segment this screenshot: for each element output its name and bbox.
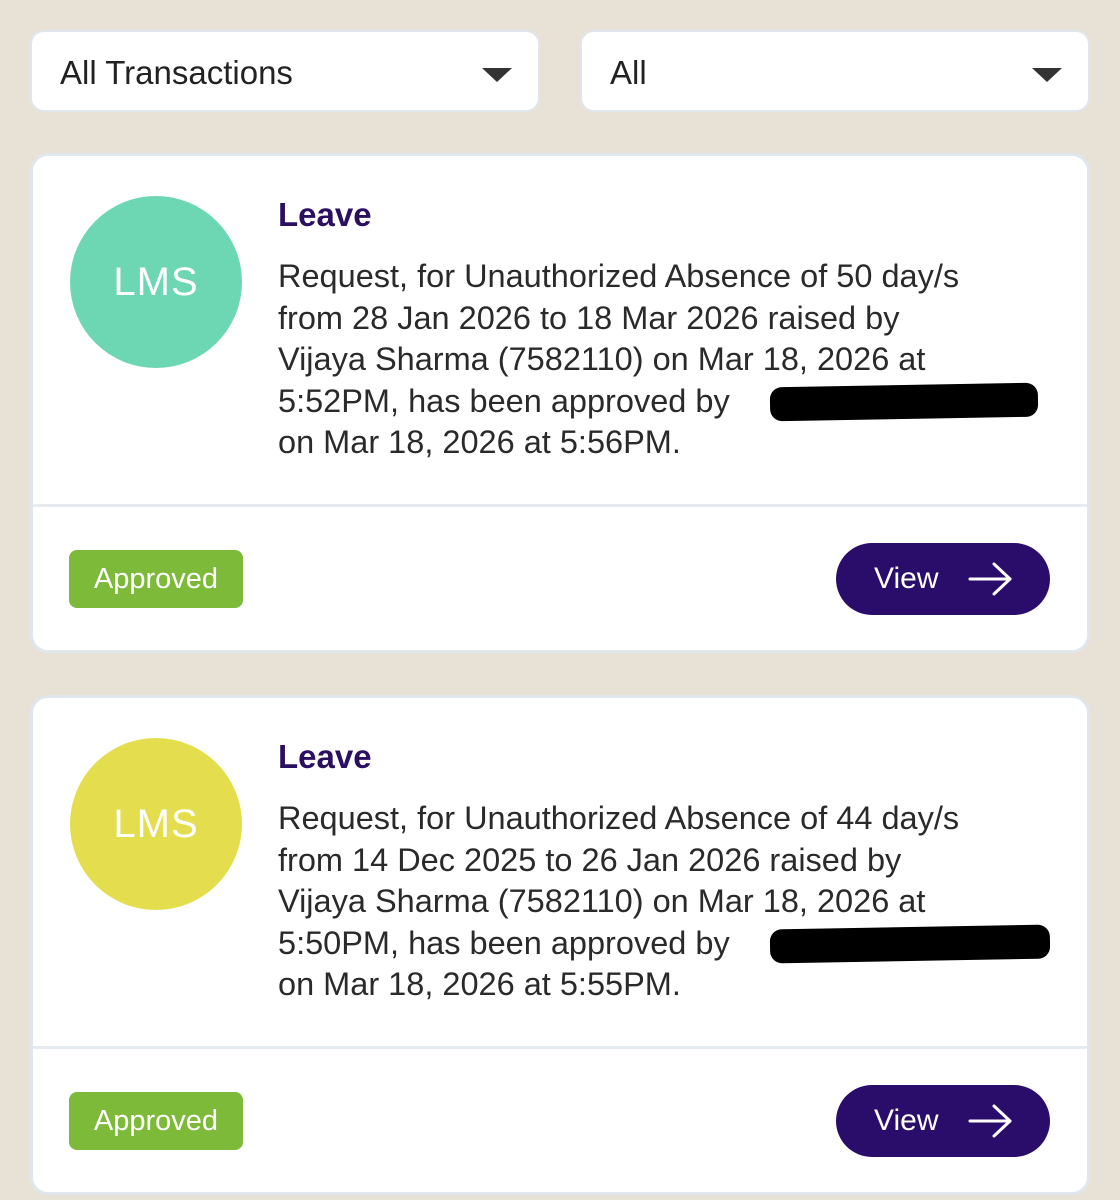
status-badge: Approved: [69, 1092, 243, 1150]
transaction-message: Request, for Unauthorized Absence of 50 …: [278, 256, 1058, 464]
chevron-down-icon: [1032, 68, 1062, 82]
card-divider: [33, 1046, 1087, 1049]
view-button-label: View: [874, 562, 939, 595]
view-button[interactable]: View: [836, 1085, 1050, 1157]
transaction-type-value: All Transactions: [60, 54, 293, 91]
message-line: Request, for Unauthorized Absence of 50 …: [278, 258, 960, 294]
message-line: 5:50PM, has been approved by: [278, 923, 1058, 965]
message-line-text: 5:52PM, has been approved by: [278, 382, 730, 419]
view-button-label: View: [874, 1104, 939, 1137]
status-filter-value: All: [610, 54, 647, 91]
transaction-type-dropdown[interactable]: All Transactions: [30, 30, 540, 112]
status-badge: Approved: [69, 550, 243, 608]
arrow-right-icon: [968, 1104, 1012, 1138]
transaction-card: LMS Leave Request, for Unauthorized Abse…: [30, 695, 1090, 1195]
transaction-card: LMS Leave Request, for Unauthorized Abse…: [30, 153, 1090, 653]
card-divider: [33, 504, 1087, 507]
message-line: Vijaya Sharma (7582110) on Mar 18, 2026 …: [278, 883, 926, 919]
avatar-text: LMS: [113, 259, 199, 304]
avatar: LMS: [70, 196, 242, 368]
view-button[interactable]: View: [836, 543, 1050, 615]
message-line: on Mar 18, 2026 at 5:55PM.: [278, 966, 681, 1002]
redaction-mark: [769, 924, 1051, 963]
avatar-text: LMS: [113, 801, 199, 846]
transaction-category: Leave: [278, 738, 372, 775]
message-line: on Mar 18, 2026 at 5:56PM.: [278, 424, 681, 460]
transaction-category: Leave: [278, 196, 372, 233]
redaction-mark: [769, 382, 1039, 421]
filter-bar: All Transactions All: [30, 30, 1090, 112]
status-filter-dropdown[interactable]: All: [580, 30, 1090, 112]
transaction-message: Request, for Unauthorized Absence of 44 …: [278, 798, 1058, 1006]
message-line: from 28 Jan 2026 to 18 Mar 2026 raised b…: [278, 299, 900, 336]
message-line-text: 5:50PM, has been approved by: [278, 924, 730, 961]
avatar: LMS: [70, 738, 242, 910]
message-line: Vijaya Sharma (7582110) on Mar 18, 2026 …: [278, 341, 926, 377]
chevron-down-icon: [482, 68, 512, 82]
message-line: from 14 Dec 2025 to 26 Jan 2026 raised b…: [278, 841, 902, 878]
message-line: 5:52PM, has been approved by: [278, 381, 1058, 423]
message-line: Request, for Unauthorized Absence of 44 …: [278, 800, 960, 836]
arrow-right-icon: [968, 562, 1012, 596]
